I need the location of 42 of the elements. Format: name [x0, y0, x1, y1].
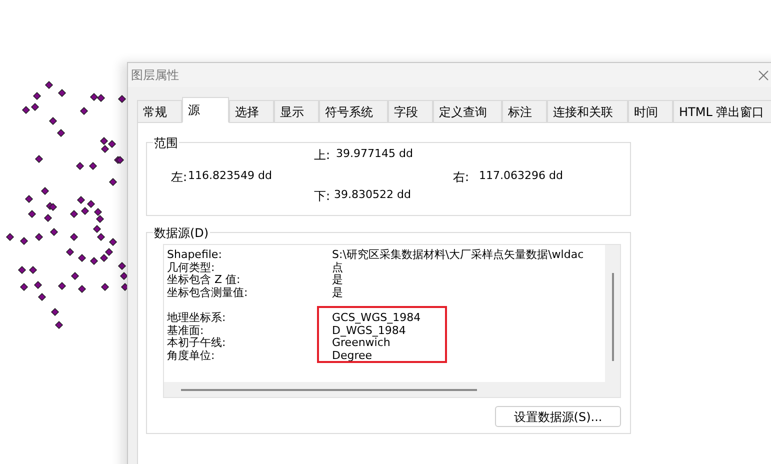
left-value: 116.823549 dd	[188, 168, 272, 184]
property-label: Shapefile:	[167, 249, 223, 262]
property-label: 本初子午线:	[167, 337, 227, 350]
horizontal-scrollbar-thumb[interactable]	[181, 388, 477, 390]
top-label: 上:	[314, 147, 330, 164]
property-value: S:\研究区采集数据材料\大厂采样点矢量数据\wldac	[332, 249, 584, 262]
right-value: 117.063296 dd	[479, 168, 563, 184]
tab[interactable]: 源	[182, 97, 229, 123]
dialog-title: 图层属性	[131, 67, 179, 84]
tab[interactable]: 标注	[502, 100, 547, 122]
tab[interactable]: 符号系统	[319, 100, 388, 122]
property-value: 是	[332, 286, 343, 299]
tab[interactable]: HTML 弹出窗口	[673, 100, 771, 122]
tab[interactable]: 时间	[628, 100, 673, 122]
extent-title: 范围	[153, 134, 179, 152]
set-data-source-button[interactable]: 设置数据源(S)...	[495, 406, 621, 427]
left-label: 左:	[171, 169, 188, 186]
property-value: 点	[332, 262, 343, 274]
property-label: 基准面:	[167, 324, 205, 336]
data-source-title: 数据源(D)	[153, 224, 210, 242]
property-label: 几何类型:	[167, 262, 216, 274]
tab[interactable]: 常规	[137, 100, 182, 122]
bottom-value: 39.830522 dd	[334, 187, 411, 203]
close-icon[interactable]	[758, 70, 769, 80]
top-value: 39.977145 dd	[336, 146, 413, 162]
tab[interactable]: 显示	[274, 100, 319, 122]
property-value: Degree	[332, 350, 372, 362]
vertical-scrollbar-thumb[interactable]	[612, 273, 614, 361]
right-label: 右:	[453, 169, 470, 186]
property-label: 坐标包含测量值:	[167, 286, 249, 299]
tab[interactable]: 选择	[229, 100, 274, 122]
property-value: 是	[332, 274, 343, 286]
bottom-label: 下:	[314, 188, 330, 205]
property-value: Greenwich	[332, 337, 390, 350]
tab[interactable]: 定义查询	[433, 100, 502, 122]
tab[interactable]: 字段	[388, 100, 433, 122]
property-label: 地理坐标系:	[167, 312, 227, 324]
property-label: 坐标包含 Z 值:	[167, 274, 242, 286]
property-label: 角度单位:	[167, 350, 216, 362]
property-value: GCS_WGS_1984	[332, 312, 421, 324]
tab[interactable]: 连接和关联	[547, 100, 628, 122]
property-value: D_WGS_1984	[332, 324, 406, 337]
